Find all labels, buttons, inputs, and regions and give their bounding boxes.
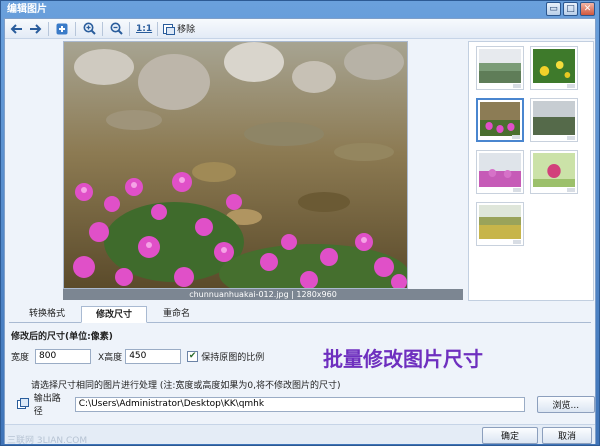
resize-note: 请选择尺寸相同的图片进行处理 (注:宽度或高度如果为0,将不修改图片的尺寸) bbox=[31, 381, 341, 391]
arrow-left-icon bbox=[10, 23, 22, 34]
cancel-button[interactable]: 取消 bbox=[542, 427, 592, 444]
zoom-out-button[interactable] bbox=[108, 21, 124, 37]
thumbnail-list[interactable] bbox=[468, 41, 594, 301]
remove-image-icon bbox=[163, 23, 176, 35]
title-bar[interactable]: 编辑图片 ▭ □ ✕ bbox=[1, 1, 599, 18]
thumbnail-badge bbox=[513, 188, 521, 192]
size-row: 宽度 X高度 ✔ 保持原图的比例 bbox=[11, 348, 264, 364]
folder-copy-icon bbox=[17, 398, 29, 409]
minimize-button[interactable]: ▭ bbox=[546, 2, 561, 16]
arrow-right-icon bbox=[30, 23, 42, 34]
watermark-text: 三联网 3LIAN.COM bbox=[7, 436, 88, 446]
thumbnail-item[interactable] bbox=[476, 46, 524, 90]
thumbnail-item[interactable] bbox=[530, 98, 578, 142]
thumbnail-badge bbox=[513, 84, 521, 88]
tab-rename[interactable]: 重命名 bbox=[149, 306, 204, 323]
maximize-button[interactable]: □ bbox=[563, 2, 578, 16]
toolbar-separator bbox=[102, 21, 103, 36]
height-label: X高度 bbox=[98, 352, 123, 363]
thumbnail-image bbox=[479, 49, 521, 83]
tab-convert-format[interactable]: 转换格式 bbox=[15, 306, 79, 323]
thumbnail-item-selected[interactable] bbox=[476, 98, 524, 142]
thumbnail-image bbox=[479, 205, 521, 239]
dialog-client: 1:1 移除 chunnuanhuakai-012.jpg | 1280x960… bbox=[4, 18, 596, 446]
actual-size-button[interactable]: 1:1 bbox=[135, 21, 152, 37]
toolbar-separator bbox=[129, 21, 130, 36]
output-row: 输出路径 浏览... bbox=[17, 394, 596, 417]
thumbnail-item[interactable] bbox=[530, 150, 578, 194]
browse-button[interactable]: 浏览... bbox=[536, 395, 596, 413]
height-input[interactable] bbox=[125, 348, 182, 364]
tab-resize[interactable]: 修改尺寸 bbox=[81, 306, 148, 323]
output-path-input[interactable] bbox=[74, 396, 525, 412]
thumbnail-badge bbox=[512, 135, 520, 139]
close-button[interactable]: ✕ bbox=[580, 2, 595, 16]
remove-label: 移除 bbox=[177, 25, 196, 35]
zoom-in-button[interactable] bbox=[81, 21, 97, 37]
section-title: 修改后的尺寸(单位:像素) bbox=[11, 332, 113, 342]
zoom-out-icon bbox=[110, 22, 123, 35]
actual-size-label: 1:1 bbox=[136, 23, 153, 34]
checkmark-icon: ✔ bbox=[187, 350, 199, 362]
toolbar: 1:1 移除 bbox=[5, 19, 595, 39]
thumbnail-item[interactable] bbox=[476, 202, 524, 246]
preview-caption: chunnuanhuakai-012.jpg | 1280x960 bbox=[63, 289, 463, 300]
output-path-label: 输出路径 bbox=[33, 394, 61, 417]
resize-panel: 修改后的尺寸(单位:像素) 宽度 X高度 ✔ 保持原图的比例 批量修改图片尺寸 … bbox=[9, 324, 596, 424]
toolbar-separator bbox=[48, 21, 49, 36]
thumbnail-image bbox=[479, 153, 521, 187]
ok-button[interactable]: 确定 bbox=[482, 427, 538, 444]
thumbnail-image bbox=[533, 101, 575, 135]
plus-icon bbox=[56, 23, 68, 34]
thumbnail-badge bbox=[513, 240, 521, 244]
thumbnail-badge bbox=[567, 188, 575, 192]
thumbnail-item[interactable] bbox=[530, 46, 578, 90]
back-button[interactable] bbox=[9, 21, 25, 37]
keep-ratio-label: 保持原图的比例 bbox=[201, 352, 265, 363]
remove-button[interactable]: 移除 bbox=[163, 21, 195, 37]
width-label: 宽度 bbox=[11, 352, 30, 363]
thumbnail-image bbox=[533, 153, 575, 187]
edit-image-window: 编辑图片 ▭ □ ✕ 1:1 移除 chunnuanhuakai-012.jpg… bbox=[0, 0, 600, 446]
thumbnail-badge bbox=[567, 84, 575, 88]
add-image-button[interactable] bbox=[54, 21, 70, 37]
window-title: 编辑图片 bbox=[7, 4, 47, 15]
zoom-in-icon bbox=[83, 22, 96, 35]
window-controls: ▭ □ ✕ bbox=[546, 2, 595, 16]
forward-button[interactable] bbox=[27, 21, 43, 37]
toolbar-separator bbox=[75, 21, 76, 36]
thumbnail-item[interactable] bbox=[476, 150, 524, 194]
dialog-footer: 三联网 3LIAN.COM 确定 取消 bbox=[5, 424, 595, 446]
thumbnail-badge bbox=[567, 136, 575, 140]
image-preview bbox=[63, 41, 408, 289]
tab-bar: 转换格式 修改尺寸 重命名 bbox=[9, 306, 591, 323]
width-input[interactable] bbox=[35, 348, 92, 364]
promo-banner-text: 批量修改图片尺寸 bbox=[323, 347, 483, 371]
keep-ratio-checkbox[interactable]: ✔ 保持原图的比例 bbox=[187, 350, 264, 363]
preview-photo bbox=[64, 42, 407, 288]
thumbnail-image bbox=[533, 49, 575, 83]
toolbar-separator bbox=[157, 21, 159, 36]
thumbnail-image bbox=[480, 102, 520, 136]
